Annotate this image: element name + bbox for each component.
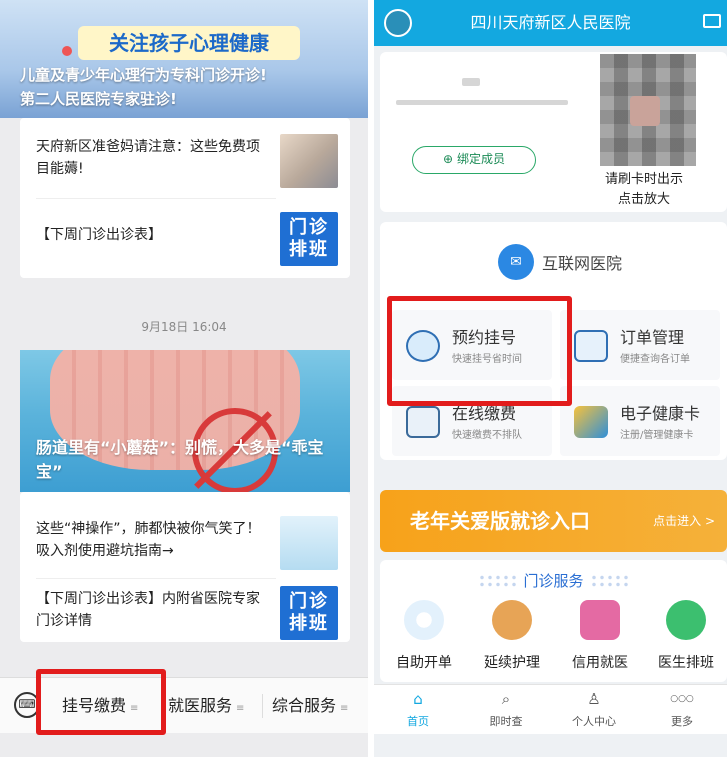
more-dots-icon: ○○○ xyxy=(670,694,694,704)
qr-code-tip: 请刷卡时出示 点击放大 xyxy=(570,170,718,210)
list-item-title: 【下周门诊出诊表】内附省医院专家门诊详情 xyxy=(36,591,260,629)
tab-label: 即时查 xyxy=(489,715,523,728)
menu-medical-service[interactable]: 就医服务 ≡ xyxy=(168,678,244,734)
menu-label: 就医服务 xyxy=(168,696,233,715)
tab-label: 更多 xyxy=(671,715,693,728)
service-continued-care[interactable]: 延续护理 xyxy=(472,600,552,680)
right-screen-hospital-app: 四川天府新区人民医院 ⊕ 绑定成员 请刷卡时出示 点击放大 ✉ 互联网医院 预约… xyxy=(374,0,727,757)
list-item-title: 天府新区准爸妈请注意：这些免费项目能薅! xyxy=(36,139,260,177)
app-title: 四川天府新区人民医院 xyxy=(470,13,631,32)
article-banner-title: 关注孩子心理健康 xyxy=(78,26,300,60)
menu-general-service[interactable]: 综合服务 ≡ xyxy=(272,678,348,734)
internet-hospital-icon: ✉ xyxy=(498,244,534,280)
elder-care-label: 老年关爱版就诊入口 xyxy=(410,509,590,533)
care-hands-icon xyxy=(492,600,532,640)
service-label: 信用就医 xyxy=(572,655,628,671)
list-item[interactable]: 这些“神操作”，肺都快被你气笑了！吸入剂使用避坑指南→ xyxy=(20,506,350,578)
member-card: ⊕ 绑定成员 请刷卡时出示 点击放大 xyxy=(380,52,727,212)
calculator-icon xyxy=(406,406,440,438)
bind-member-label: 绑定成员 xyxy=(456,152,505,166)
qr-tip-line2: 点击放大 xyxy=(617,192,670,207)
list-item[interactable]: 天府新区准爸妈请注意：这些免费项目能薅! xyxy=(20,124,350,196)
user-icon: ♙ xyxy=(587,690,601,708)
tab-label: 首页 xyxy=(407,715,429,728)
service-label: 自助开单 xyxy=(396,655,452,671)
tile-orders[interactable]: 订单管理 便捷查询各订单 xyxy=(560,310,720,380)
service-doctor-schedule[interactable]: 医生排班 xyxy=(646,600,726,680)
schedule-thumbnail: 门诊排班 xyxy=(280,212,338,266)
home-icon: ⌂ xyxy=(413,690,423,708)
tile-subtitle: 便捷查询各订单 xyxy=(620,354,690,365)
service-self-order[interactable]: 自助开单 xyxy=(384,600,464,680)
order-list-icon xyxy=(574,330,608,362)
tile-title: 电子健康卡 xyxy=(620,404,701,423)
heart-decoration xyxy=(62,46,72,56)
schedule-thumbnail: 门诊排班 xyxy=(280,586,338,640)
inhaler-photo-thumbnail xyxy=(280,516,338,570)
highlight-box-appointment xyxy=(387,296,572,406)
tile-subtitle: 注册/管理健康卡 xyxy=(620,430,694,441)
tab-more[interactable]: ○○○ 更多 xyxy=(638,685,726,735)
qr-tip-line1: 请刷卡时出示 xyxy=(604,172,683,187)
tile-health-card[interactable]: 电子健康卡 注册/管理健康卡 xyxy=(560,386,720,456)
article-cover-intestine[interactable]: 肠道里有“小蘑菇”：别慌，大多是“乖宝宝” xyxy=(20,350,350,492)
elder-care-entry-button[interactable]: 老年关爱版就诊入口 点击进入 > xyxy=(380,490,727,552)
health-card-icon xyxy=(574,406,608,438)
submenu-icon: ≡ xyxy=(236,703,245,714)
internet-hospital-label: 互联网医院 xyxy=(542,254,623,273)
menu-label: 综合服务 xyxy=(272,696,337,715)
article-cover-line2: 第二人民医院专家驻诊! xyxy=(20,90,177,108)
test-tube-icon xyxy=(404,600,444,640)
bind-member-button[interactable]: ⊕ 绑定成员 xyxy=(412,146,536,174)
mail-icon[interactable] xyxy=(703,14,721,28)
search-icon: ⌕ xyxy=(501,690,511,708)
list-item-title: 【下周门诊出诊表】 xyxy=(36,227,162,243)
article-cover-title: 肠道里有“小蘑菇”：别慌，大多是“乖宝宝” xyxy=(36,438,324,481)
article-cover-line1: 儿童及青少年心理行为专科门诊开诊! xyxy=(20,66,267,84)
credit-card-icon xyxy=(580,600,620,640)
tile-subtitle: 快速缴费不排队 xyxy=(452,430,522,441)
bottom-tab-bar: ⌂ 首页 ⌕ 即时查 ♙ 个人中心 ○○○ 更多 xyxy=(374,684,727,734)
app-header: 四川天府新区人民医院 xyxy=(374,0,727,46)
list-item[interactable]: 【下周门诊出诊表】内附省医院专家门诊详情 门诊排班 xyxy=(20,576,350,648)
list-item-title: 这些“神操作”，肺都快被你气笑了！吸入剂使用避坑指南→ xyxy=(36,521,261,559)
submenu-icon: ≡ xyxy=(340,703,349,714)
blurred-card-number xyxy=(396,100,568,105)
baby-photo-thumbnail xyxy=(280,134,338,188)
service-credit-care[interactable]: 信用就医 xyxy=(560,600,640,680)
tab-personal-center[interactable]: ♙ 个人中心 xyxy=(550,685,638,735)
elder-care-enter-link[interactable]: 点击进入 > xyxy=(653,490,715,552)
tile-title: 订单管理 xyxy=(620,328,685,347)
list-item[interactable]: 【下周门诊出诊表】 门诊排班 xyxy=(20,202,350,274)
service-label: 医生排班 xyxy=(658,655,714,671)
blurred-name xyxy=(462,78,480,86)
highlight-box-register-pay xyxy=(36,669,166,735)
service-label: 延续护理 xyxy=(484,655,540,671)
calendar-icon xyxy=(666,600,706,640)
outpatient-services-card: 门诊服务 自助开单 延续护理 信用就医 医生排班 xyxy=(380,560,727,682)
article-cover-mental-health[interactable]: 关注孩子心理健康 儿童及青少年心理行为专科门诊开诊! 第二人民医院专家驻诊! xyxy=(0,0,368,118)
divider xyxy=(36,198,276,199)
tab-home[interactable]: ⌂ 首页 xyxy=(374,685,462,735)
divider xyxy=(262,694,263,718)
tab-instant-query[interactable]: ⌕ 即时查 xyxy=(462,685,550,735)
tab-label: 个人中心 xyxy=(572,715,616,728)
dots-decoration-right xyxy=(590,574,630,588)
outpatient-services-title: 门诊服务 xyxy=(523,572,584,590)
plus-icon: ⊕ xyxy=(443,152,454,166)
qr-code-center-mark xyxy=(630,96,660,126)
chat-timestamp: 9月18日 16:04 xyxy=(141,320,227,334)
left-screen-wechat-feed: 关注孩子心理健康 儿童及青少年心理行为专科门诊开诊! 第二人民医院专家驻诊! 天… xyxy=(0,0,368,757)
